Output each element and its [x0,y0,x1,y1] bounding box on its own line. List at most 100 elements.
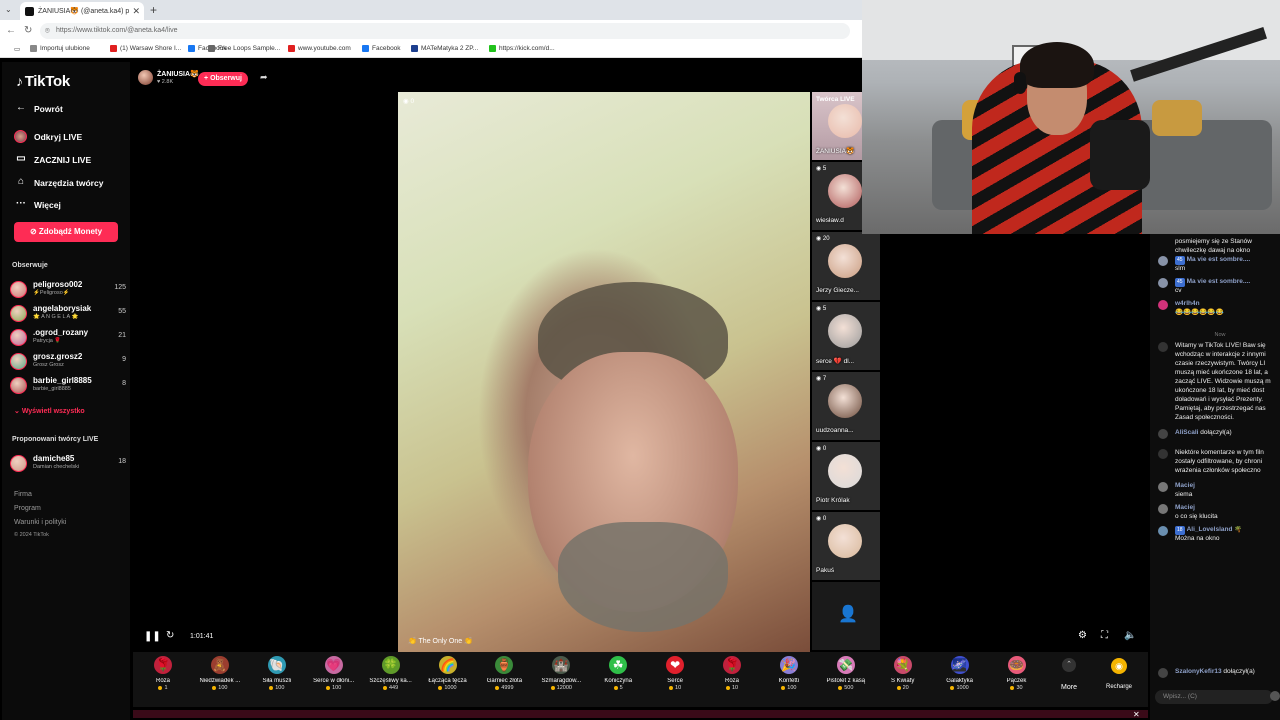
bookmark-item[interactable]: Importuj ulubione [30,45,90,52]
chat-text: zacząć LIVE. Widzowie muszą m [1175,378,1271,385]
chat-username[interactable]: Ma vie est sombre.... [1187,256,1251,263]
gift-item[interactable]: 🌌 Galaktyka 1000 [930,656,990,691]
video-beard [558,522,728,632]
guest-tile[interactable]: ◉ 20 Jerzy Giecze... [812,232,880,300]
back-arrow-icon[interactable]: ← [6,25,16,36]
gift-name: Serce w dłoni... [313,678,355,684]
gift-item[interactable]: 🧸 Niedźwiadek ... 100 [190,656,250,691]
gift-item[interactable]: ☘ Koniczyna 5 [588,656,648,691]
nav-start-live[interactable]: ▭ ZACZNIJ LIVE [14,153,91,165]
avatar[interactable] [10,353,27,370]
followed-creator[interactable]: .ogrod_rozany Patrycja 🌹 21 [10,327,128,347]
url-text: https://www.tiktok.com/@aneta.ka4/live [56,27,178,34]
followed-creator[interactable]: grosz.grosz2 Grosz Grosz 9 [10,351,128,371]
chat-username[interactable]: w4rlh4n [1175,300,1200,307]
tab-close-icon[interactable]: ✕ [132,6,140,17]
chat-username[interactable]: AliScali [1175,429,1198,436]
nav-discover-live[interactable]: Odkryj LIVE [14,130,82,143]
volume-icon[interactable]: 🔈 [1124,630,1136,641]
bookmark-item[interactable]: Free Loops Sample... [208,45,280,52]
chat-username[interactable]: Ali_Lovelsland 🌴 [1187,526,1243,533]
pause-icon[interactable]: ❚❚ [144,631,161,642]
chat-avatar[interactable] [1158,668,1168,678]
follow-button[interactable]: + Obserwuj [198,72,248,86]
gift-item[interactable]: 🌈 Łącząca tęcza 1000 [418,656,478,691]
chat-avatar[interactable] [1158,526,1168,536]
bookmark-item[interactable]: MATeMatyka 2 ZP... [411,45,478,52]
chat-username[interactable]: Maciej [1175,482,1195,489]
gift-item[interactable]: 🌹 Róża 1 [133,656,193,691]
followed-creator[interactable]: angelaborysiak 🌟 A N G E L A 🌟 55 [10,303,128,323]
new-tab-plus-icon[interactable]: + [150,3,157,17]
followed-creator[interactable]: barbie_girl8885 barbie_girl8885 8 [10,375,128,395]
url-input[interactable]: ⌾ https://www.tiktok.com/@aneta.ka4/live [40,23,850,39]
chat-avatar[interactable] [1158,429,1168,439]
avatar[interactable] [10,305,27,322]
avatar[interactable] [10,329,27,346]
gift-item[interactable]: 🐚 Siła muszli 100 [247,656,307,691]
bookmarks-apps-icon[interactable]: ▭ [4,45,20,53]
chat-avatar[interactable] [1158,256,1168,266]
gift-icon: 🐚 [267,656,286,674]
gift-item[interactable]: 🎉 Konfetti 100 [759,656,819,691]
gift-item[interactable]: 🏺 Garniec złota 4999 [474,656,534,691]
close-icon[interactable]: ✕ [1133,710,1140,719]
gift-item[interactable]: 💸 Pistolet z kasą 500 [816,656,876,691]
gift-item[interactable]: 💗 Serce w dłoni... 100 [304,656,364,691]
guest-tile[interactable]: ◉ 5 serce 💔 dl... [812,302,880,370]
back-link[interactable]: ← Powrót [14,102,63,114]
gift-item[interactable]: ❤ Serce 10 [645,656,705,691]
chat-avatar[interactable] [1158,482,1168,492]
gift-item[interactable]: 🍩 Pączek 30 [987,656,1047,691]
chat-username[interactable]: Ma vie est sombre.... [1187,278,1251,285]
live-avatar-icon [14,130,27,143]
chat-avatar[interactable] [1158,504,1168,514]
bookmark-item[interactable]: https://kick.com/d... [489,45,555,52]
fullscreen-icon[interactable]: ⛶ [1101,630,1108,641]
gift-item[interactable]: 💐 S Kwiaty 20 [873,656,933,691]
chat-username[interactable]: SzalonyKefir13 [1175,668,1222,675]
chat-avatar[interactable] [1158,449,1168,459]
get-coins-button[interactable]: ⊘ Zdobądź Monety [14,222,118,242]
site-info-icon[interactable]: ⌾ [45,26,50,36]
chat-username[interactable]: Maciej [1175,504,1195,511]
gift-item[interactable]: 🍀 Szczęśliwy ka... 449 [361,656,421,691]
chat-avatar[interactable] [1158,342,1168,352]
send-icon[interactable] [1270,691,1280,701]
chat-avatar[interactable] [1158,300,1168,310]
nav-more[interactable]: ··· Więcej [14,198,61,210]
chat-avatar[interactable] [1158,278,1168,288]
guest-tile[interactable]: ◉ 7 uudzoanna... [812,372,880,440]
share-arrow-icon[interactable]: ➦ [260,72,268,83]
show-all-link[interactable]: ⌄ Wyświetl wszystko [14,407,85,415]
avatar[interactable] [10,455,27,472]
live-video[interactable]: ◉ 0 [398,92,810,652]
chat-input[interactable]: Wpisz... (C) [1155,690,1273,704]
avatar[interactable] [10,281,27,298]
followed-creator[interactable]: peligroso002 ⚡Peligroso⚡ 125 [10,279,128,299]
recharge-button[interactable]: ◉ Recharge [1097,658,1141,690]
footer-program[interactable]: Program [14,505,41,512]
reload-icon[interactable]: ↻ [24,25,32,36]
refresh-icon[interactable]: ↻ [166,630,174,641]
gift-item[interactable]: 🌹 Róża 10 [702,656,762,691]
tab-menu-chevron-icon[interactable]: ⌄ [5,5,12,14]
bookmark-item[interactable]: www.youtube.com [288,45,351,52]
browser-tab[interactable]: ŻANIUSIA🐯 (@aneta.ka4) p ✕ [20,2,144,20]
footer-terms[interactable]: Warunki i polityki [14,519,66,526]
guest-tile[interactable]: ◉ 0 Piotr Królak [812,442,880,510]
bookmark-item[interactable]: (1) Warsaw Shore I... [110,45,181,52]
settings-gear-icon[interactable]: ⚙ [1078,630,1087,641]
followed-creator[interactable]: damiche85 Damian chechelski 18 [10,453,128,473]
more-gifts-button[interactable]: ⌃ More [1057,658,1081,691]
empty-seat[interactable]: 👤 [812,582,880,650]
avatar[interactable] [10,377,27,394]
bookmark-item[interactable]: Facebook [362,45,401,52]
gift-item[interactable]: 🏰 Szmaragdow... 12000 [531,656,591,691]
streamer-avatar[interactable] [138,70,153,85]
guest-tile[interactable]: ◉ 0 Pakuś [812,512,880,580]
tiktok-logo[interactable]: ♪ TikTok [16,73,70,90]
footer-company[interactable]: Firma [14,491,32,498]
guest-count: ◉ 7 [816,375,826,382]
nav-creator-tools[interactable]: ⌂ Narzędzia twórcy [14,176,103,188]
